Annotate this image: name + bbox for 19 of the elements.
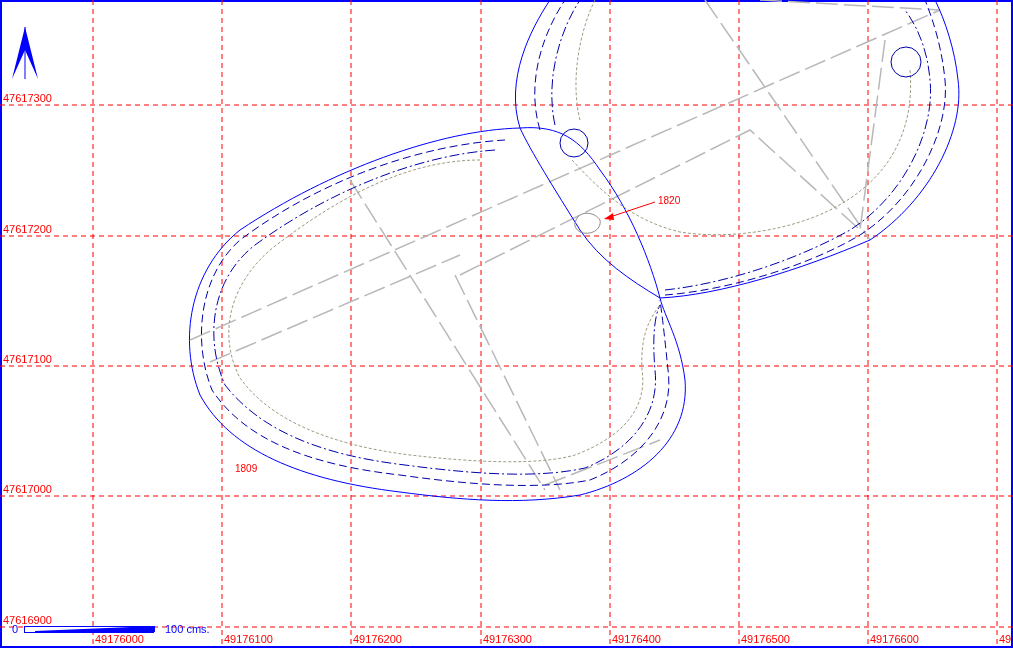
north-arrow-icon (12, 26, 38, 80)
coordinate-label: 47617100 (3, 353, 52, 365)
scale-bar-icon (24, 626, 155, 633)
coordinate-label: 49176100 (224, 633, 273, 645)
coordinate-label: 49176000 (95, 633, 144, 645)
coordinate-label: 49176400 (612, 633, 661, 645)
coordinate-label: 49 (999, 633, 1012, 645)
scale-label: 100 cms. (165, 623, 210, 635)
coordinate-label: 47617000 (3, 483, 52, 495)
annotation-label: 1809 (235, 463, 258, 474)
scale-label: 0 (12, 623, 19, 635)
coordinate-label: 49176500 (741, 633, 790, 645)
annotation-label: 1820 (658, 195, 681, 206)
coordinate-label: 49176600 (870, 633, 919, 645)
coordinate-label: 47616900 (3, 614, 52, 626)
coordinate-label: 47617200 (3, 223, 52, 235)
coordinate-label: 49176300 (483, 633, 532, 645)
coordinate-label: 47617300 (3, 92, 52, 104)
coordinate-label: 49176200 (353, 633, 402, 645)
